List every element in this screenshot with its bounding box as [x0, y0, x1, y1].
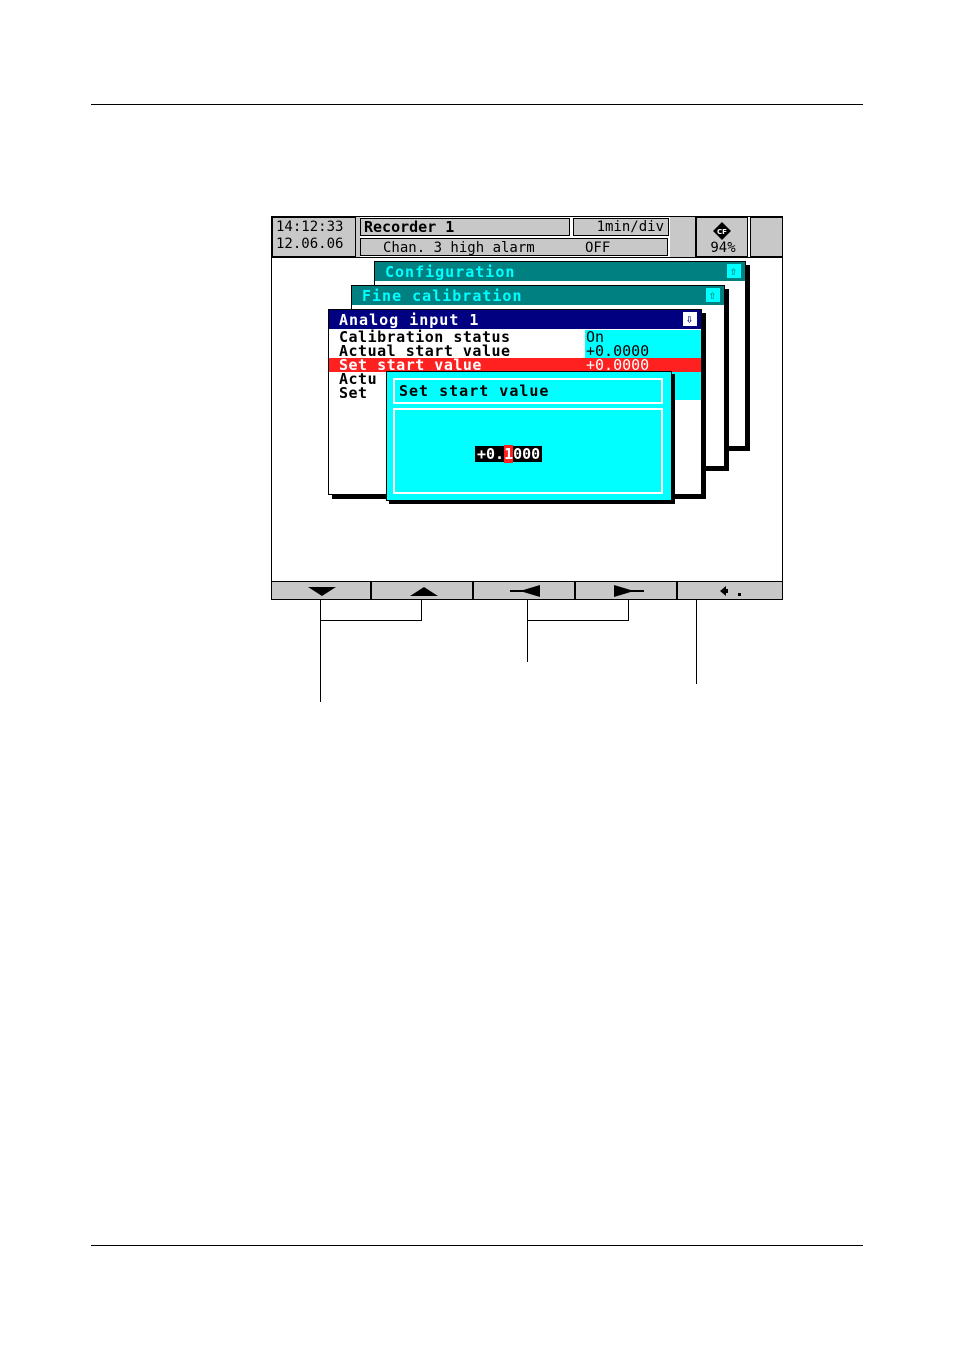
bottom-rule	[91, 1245, 863, 1246]
memory-percent: 94%	[710, 240, 736, 256]
arrow-down-icon	[308, 587, 336, 596]
softkey-up[interactable]	[374, 582, 474, 599]
chart-speed: 1min/div	[573, 218, 669, 236]
backspace-decimal-icon	[720, 586, 741, 596]
datetime-display: 14:12:33 12.06.06	[272, 217, 356, 257]
time-text: 14:12:33	[276, 219, 344, 235]
alarm-message: Chan. 3 high alarm	[383, 240, 535, 256]
softkey-right[interactable]	[578, 582, 678, 599]
arrow-up-icon	[410, 587, 438, 596]
softkey-down[interactable]	[272, 582, 372, 599]
softkey-bar	[272, 581, 782, 599]
header-spare-field	[750, 217, 782, 257]
date-text: 12.06.06	[276, 236, 344, 252]
callout-bracket-updown	[320, 600, 321, 620]
arrow-down-icon: ⇩	[683, 312, 697, 326]
top-rule	[91, 104, 863, 105]
recorder-title: Recorder 1	[360, 218, 570, 236]
callout-bracket-leftright	[527, 600, 528, 620]
set-start-value: +0.0000	[585, 358, 701, 373]
callout-line-backspace	[696, 600, 697, 684]
memory-card-status: CF 94%	[696, 217, 748, 257]
dialog-body: +0.1000	[393, 408, 663, 494]
set-start-value-dialog: Set start value +0.1000	[386, 371, 672, 501]
configuration-title[interactable]: Configuration ⇧	[375, 262, 745, 281]
alarm-status-line: Chan. 3 high alarm OFF	[360, 238, 668, 256]
arrow-up-icon: ⇧	[706, 288, 720, 302]
value-prefix: +0.	[477, 445, 505, 463]
value-suffix: 000	[513, 445, 541, 463]
arrow-up-icon: ⇧	[727, 264, 741, 278]
callout-line-leftright	[527, 620, 528, 662]
value-edit-field[interactable]: +0.1000	[475, 445, 543, 463]
analog-input-title[interactable]: Analog input 1 ⇩	[329, 310, 701, 329]
dialog-title: Set start value	[393, 378, 663, 404]
callout-line-updown	[320, 620, 321, 702]
arrow-left-icon	[510, 585, 540, 597]
alarm-state: OFF	[585, 240, 611, 256]
arrow-right-icon	[614, 585, 644, 597]
device-screen: 14:12:33 12.06.06 Recorder 1 1min/div Ch…	[271, 216, 783, 600]
menu-row-set-start-value[interactable]: Set start value +0.0000	[329, 358, 701, 373]
cf-card-icon: CF	[713, 222, 731, 240]
fine-calibration-title[interactable]: Fine calibration ⇧	[352, 286, 724, 305]
svg-text:CF: CF	[717, 228, 727, 236]
softkey-backspace-decimal[interactable]	[680, 582, 782, 599]
softkey-left[interactable]	[476, 582, 576, 599]
edit-cursor-digit[interactable]: 1	[504, 445, 514, 463]
